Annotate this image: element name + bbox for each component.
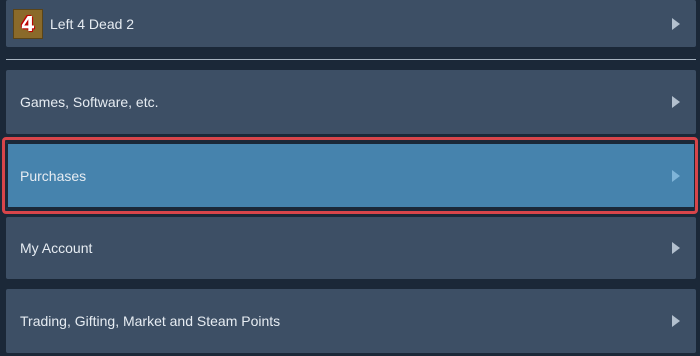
menu-item-my-account[interactable]: My Account bbox=[6, 217, 696, 279]
chevron-right-icon bbox=[672, 17, 680, 30]
left-4-dead-2-game-icon: 4 bbox=[13, 8, 43, 39]
game-row-label: Left 4 Dead 2 bbox=[50, 15, 135, 32]
game-icon-glyph: 4 bbox=[21, 11, 35, 36]
section-divider bbox=[6, 59, 696, 60]
menu-item-label: Trading, Gifting, Market and Steam Point… bbox=[20, 313, 281, 329]
chevron-right-icon bbox=[672, 315, 680, 327]
menu-item-purchases[interactable]: Purchases bbox=[6, 142, 696, 209]
chevron-right-icon bbox=[672, 242, 680, 254]
menu-item-trading-gifting-market[interactable]: Trading, Gifting, Market and Steam Point… bbox=[6, 289, 696, 353]
menu-item-games-software[interactable]: Games, Software, etc. bbox=[6, 70, 696, 134]
chevron-right-icon bbox=[672, 169, 680, 182]
menu-item-label: My Account bbox=[20, 240, 93, 256]
menu-item-label: Games, Software, etc. bbox=[20, 94, 159, 110]
game-row-left-4-dead-2[interactable]: 4 Left 4 Dead 2 bbox=[6, 0, 696, 47]
menu-item-label: Purchases bbox=[20, 167, 87, 184]
chevron-right-icon bbox=[672, 96, 680, 108]
